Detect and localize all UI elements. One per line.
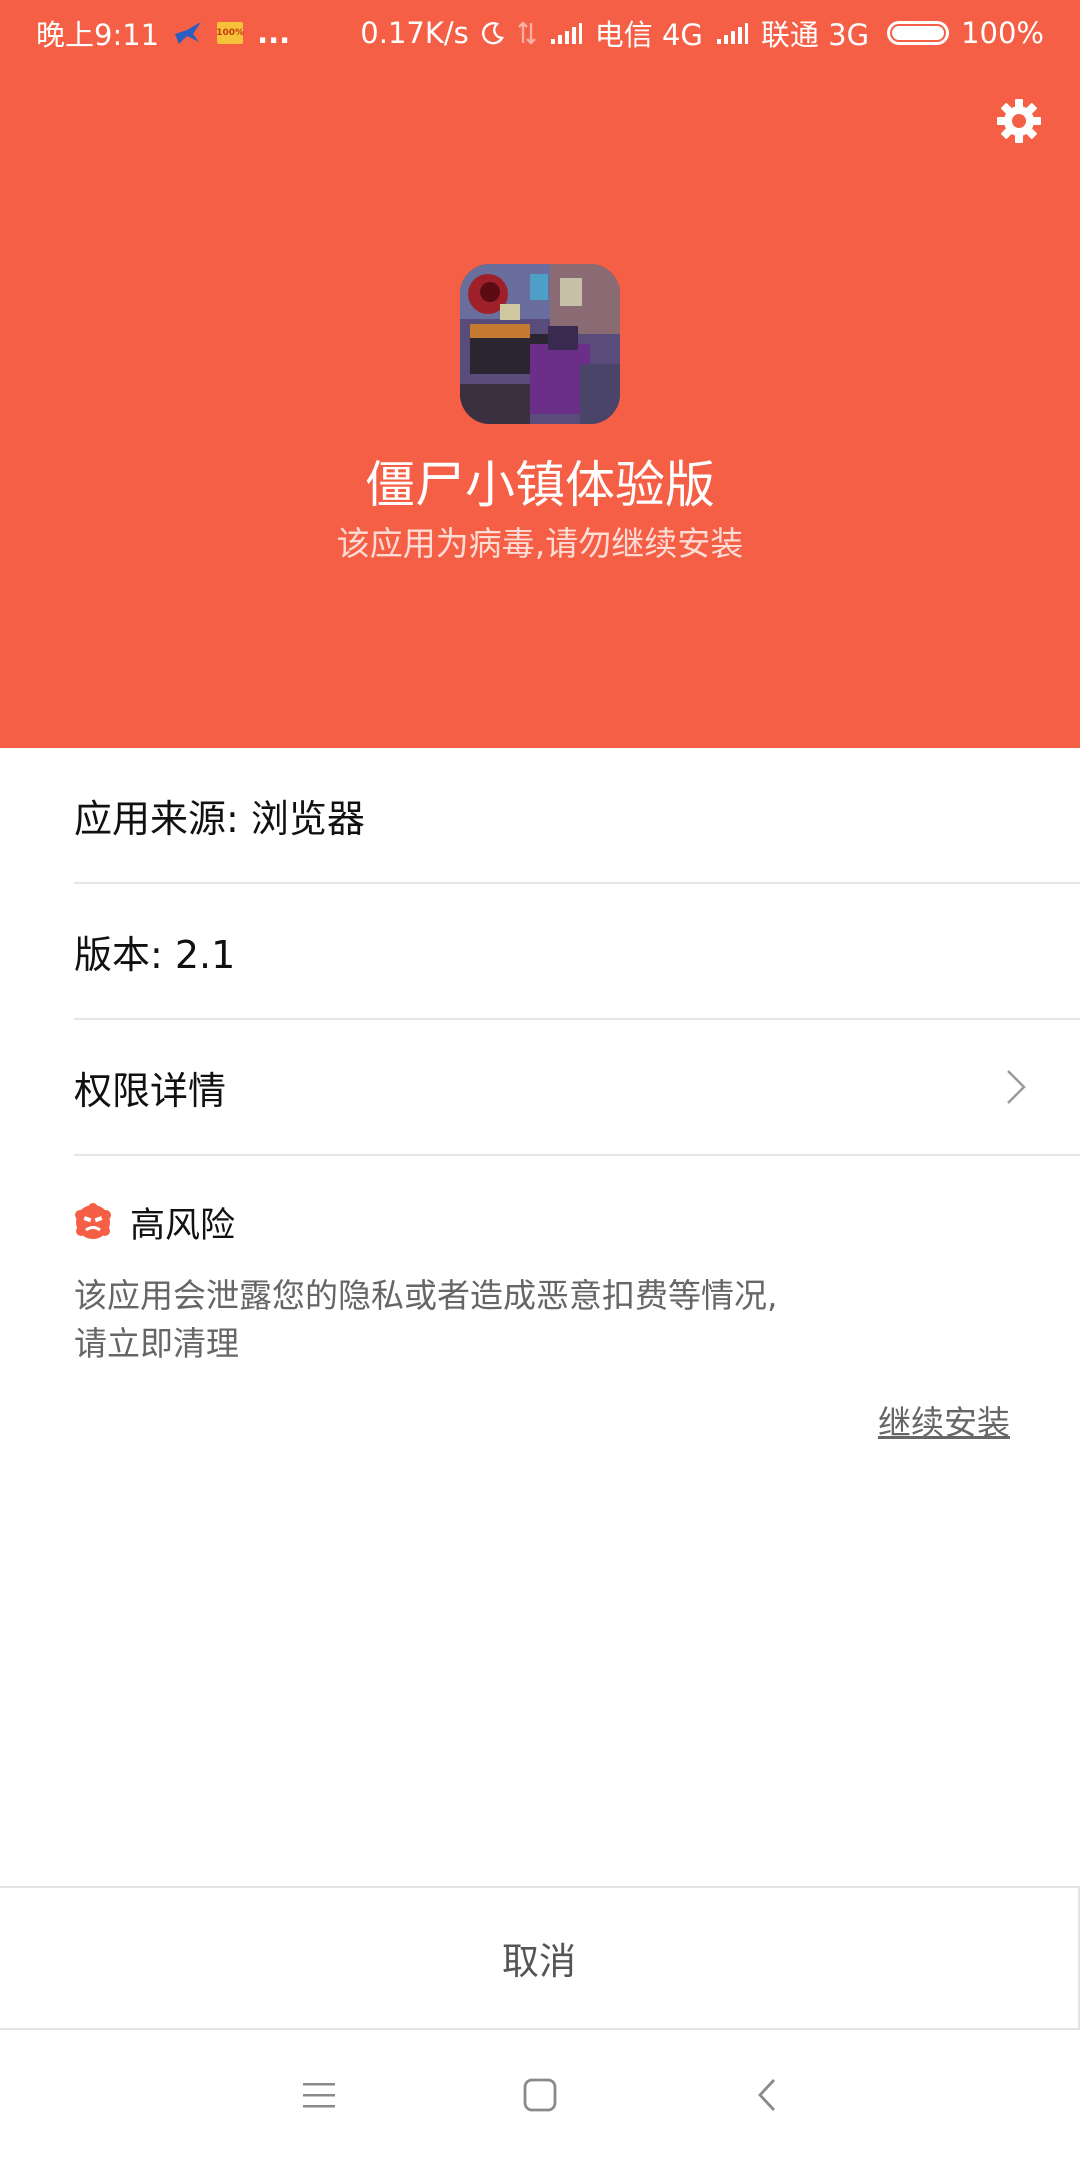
danger-icon — [75, 1203, 111, 1239]
menu-icon — [303, 2083, 335, 2108]
signal-icon — [715, 21, 749, 45]
home-icon — [523, 2078, 557, 2112]
status-bar: 晚上9:11 100% ... 0.17K/s 电信 4G 联通 3G 100% — [0, 0, 1080, 66]
version-row: 版本: 2.1 — [74, 884, 1080, 1020]
risk-section: 高风险 该应用会泄露您的隐私或者造成恶意扣费等情况, 请立即清理 — [74, 1194, 974, 1368]
back-button[interactable] — [740, 2068, 794, 2122]
permissions-row[interactable]: 权限详情 — [74, 1020, 1080, 1156]
header: 晚上9:11 100% ... 0.17K/s 电信 4G 联通 3G 100%… — [0, 0, 1080, 748]
app-info-list: 应用来源: 浏览器 版本: 2.1 权限详情 — [0, 748, 1080, 1156]
continue-install-link[interactable]: 继续安装 — [878, 1396, 1010, 1444]
carrier-2: 联通 3G — [760, 18, 870, 52]
moon-icon — [481, 21, 505, 45]
status-time: 晚上9:11 — [36, 18, 160, 52]
battery-icon — [887, 21, 950, 45]
menu-button[interactable] — [292, 2068, 346, 2122]
signal-icon — [549, 21, 583, 45]
virus-warning: 该应用为病毒,请勿继续安装 — [336, 524, 744, 563]
permissions-label: 权限详情 — [74, 1068, 227, 1113]
app-name: 僵尸小镇体验版 — [365, 456, 715, 514]
app-icon — [460, 264, 620, 424]
network-speed: 0.17K/s — [360, 16, 469, 50]
settings-button[interactable] — [988, 90, 1050, 152]
gear-icon — [997, 99, 1041, 143]
back-icon — [758, 2079, 776, 2111]
bird-notification-icon — [173, 20, 203, 46]
chevron-right-icon — [1007, 1070, 1026, 1104]
data-transfer-icon — [517, 19, 537, 47]
cancel-button[interactable]: 取消 — [0, 1886, 1080, 2030]
risk-description: 该应用会泄露您的隐私或者造成恶意扣费等情况, 请立即清理 — [74, 1276, 778, 1363]
home-button[interactable] — [513, 2068, 567, 2122]
risk-level: 高风险 — [130, 1205, 236, 1246]
app-source-row: 应用来源: 浏览器 — [74, 748, 1080, 884]
app-install-screen: 晚上9:11 100% ... 0.17K/s 电信 4G 联通 3G 100%… — [0, 0, 1080, 2160]
app-source: 应用来源: 浏览器 — [74, 796, 365, 841]
carrier-1: 电信 4G — [594, 18, 703, 52]
navigation-bar — [0, 2030, 1080, 2160]
app-badge-icon: 100% — [216, 22, 244, 44]
battery-level: 100% — [961, 16, 1044, 50]
app-version: 版本: 2.1 — [74, 932, 236, 977]
more-notifications: ... — [257, 16, 291, 50]
